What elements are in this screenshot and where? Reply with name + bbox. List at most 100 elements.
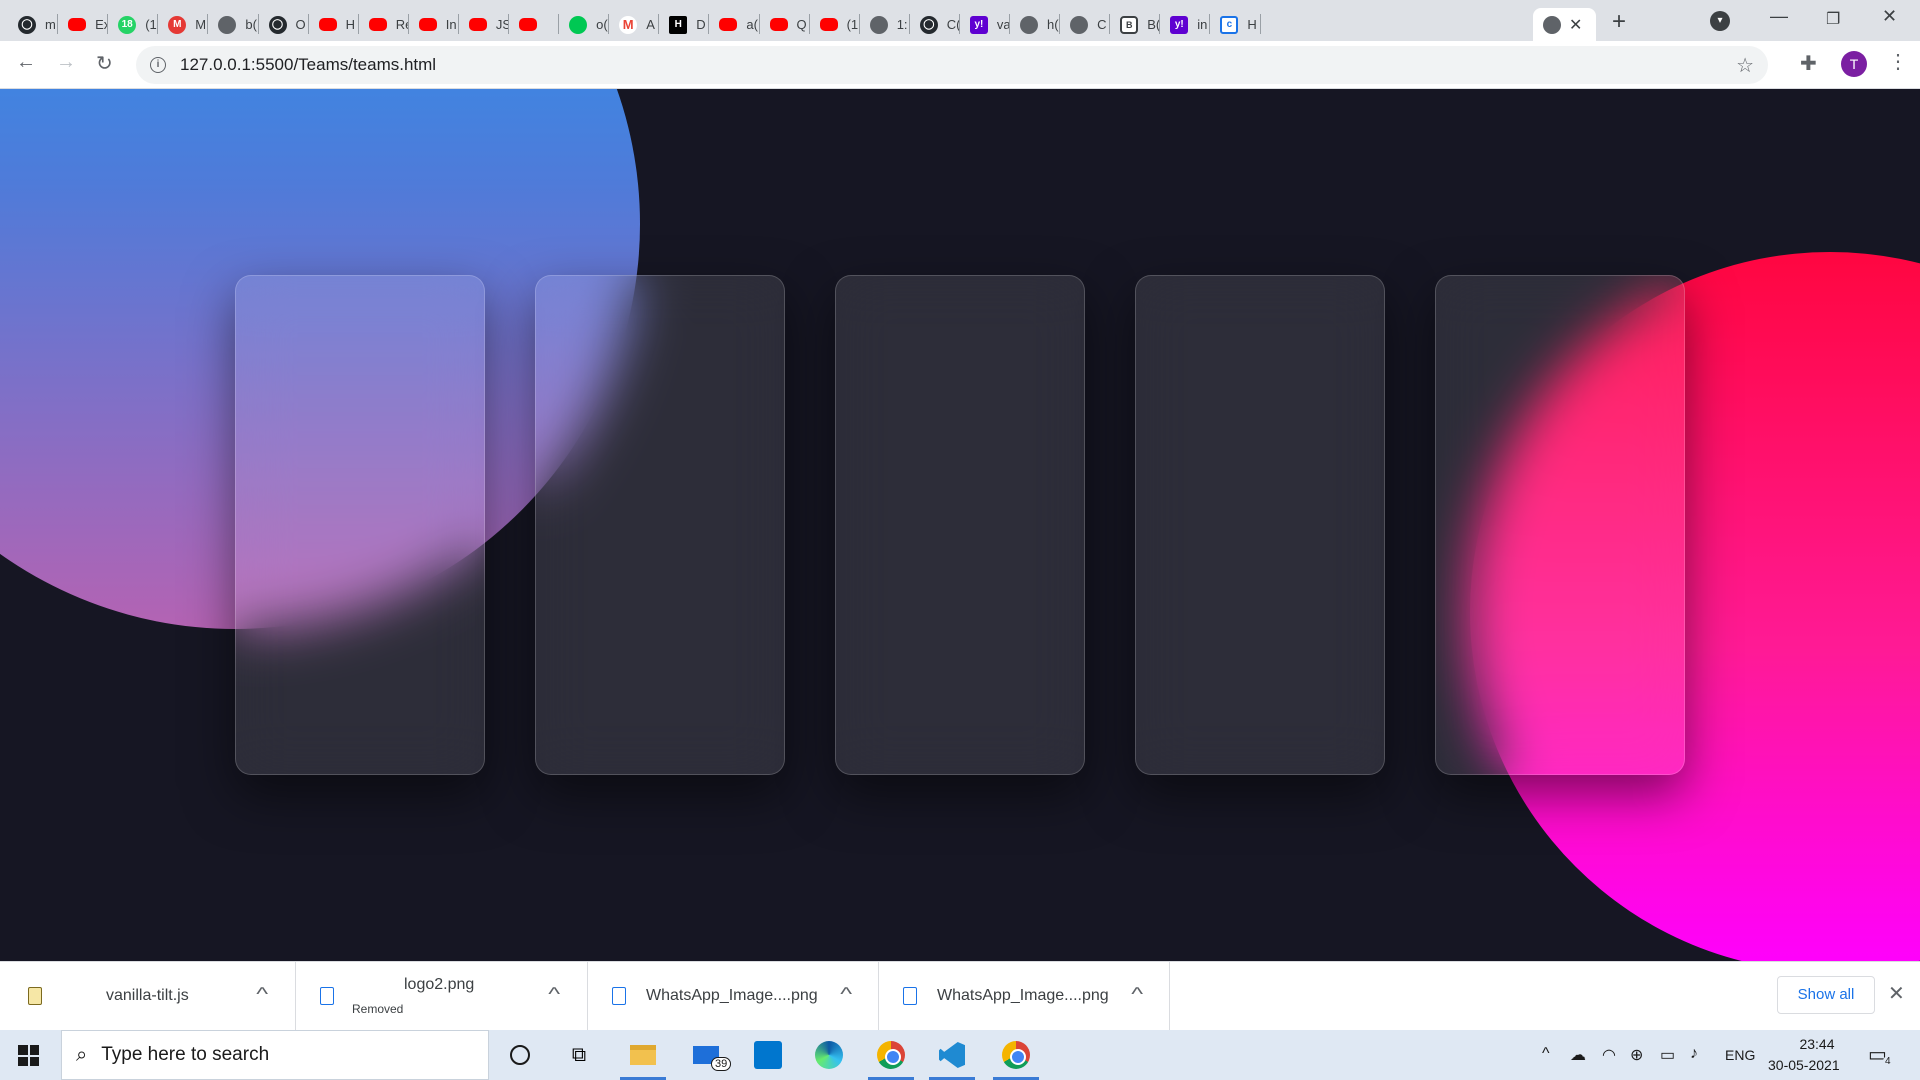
close-tab-icon[interactable]: ✕ (1569, 15, 1582, 35)
tab-title: H (1247, 17, 1257, 32)
glass-card-4[interactable] (1135, 275, 1385, 775)
taskbar-search-box[interactable]: ⌕ Type here to search (61, 1030, 489, 1080)
glass-card-1[interactable] (235, 275, 485, 775)
browser-menu-icon[interactable]: ⋮ (1888, 49, 1908, 74)
task-view-icon[interactable]: ⧉ (563, 1039, 595, 1071)
notification-count: 4 (1883, 1056, 1893, 1067)
url-text[interactable]: 127.0.0.1:5500/Teams/teams.html (180, 55, 436, 75)
vscode-icon[interactable] (936, 1039, 968, 1071)
browser-tab[interactable]: a( (709, 8, 759, 41)
clock-time[interactable]: 23:44 (1790, 1036, 1844, 1052)
chrome-profile-icon[interactable] (1000, 1039, 1032, 1071)
cortana-icon[interactable] (504, 1039, 536, 1071)
bookmark-star-icon[interactable]: ☆ (1736, 53, 1754, 78)
tab-title: h( (1047, 17, 1059, 32)
language-indicator[interactable]: ENG (1725, 1047, 1755, 1063)
globe-icon (869, 15, 888, 34)
close-window-icon[interactable]: ✕ (1882, 6, 1897, 27)
chevron-up-icon[interactable]: ^ (548, 984, 560, 1005)
browser-tab[interactable]: h( (1010, 8, 1060, 41)
download-filename: logo2.png (404, 976, 475, 993)
browser-tab[interactable]: b( (208, 8, 258, 41)
image-file-icon (320, 987, 334, 1005)
glass-card-2[interactable] (535, 275, 785, 775)
volume-icon[interactable]: ♪ (1690, 1045, 1698, 1063)
download-shelf: vanilla-tilt.js ^ logo2.png Removed ^ Wh… (0, 961, 1920, 1031)
restore-icon[interactable]: ❐ (1826, 9, 1840, 29)
extensions-puzzle-icon[interactable]: ✚ (1800, 51, 1817, 76)
browser-tab[interactable]: o( (559, 8, 609, 41)
clock-date[interactable]: 30-05-2021 (1768, 1057, 1840, 1073)
show-hidden-icons-icon[interactable]: ^ (1542, 1045, 1550, 1063)
browser-tab[interactable]: 18 (1 (108, 8, 158, 41)
browser-tab[interactable]: y! va (960, 8, 1010, 41)
profile-avatar[interactable]: T (1841, 51, 1867, 77)
js-file-icon (28, 987, 42, 1005)
codepen-icon: c (1220, 15, 1239, 34)
browser-tab[interactable]: MA (609, 8, 659, 41)
tab-title: C (1097, 17, 1107, 32)
browser-tab[interactable]: cH (1210, 8, 1260, 41)
back-arrow-icon[interactable]: ← (16, 51, 36, 74)
chevron-up-icon[interactable]: ^ (840, 984, 852, 1005)
browser-tab[interactable]: ◯ O (259, 8, 309, 41)
forward-arrow-icon[interactable]: → (56, 51, 76, 74)
download-filename: vanilla-tilt.js (106, 987, 189, 1004)
globe-icon (218, 15, 237, 34)
tab-separator (1259, 14, 1261, 34)
download-item[interactable]: WhatsApp_Image....png ^ (588, 962, 879, 1031)
reload-icon[interactable]: ↻ (96, 51, 113, 76)
minimize-icon[interactable]: — (1770, 6, 1788, 27)
chevron-up-icon[interactable]: ^ (256, 984, 268, 1005)
edge-icon[interactable] (813, 1039, 845, 1071)
close-shelf-icon[interactable]: ✕ (1888, 981, 1905, 1006)
battery-icon[interactable]: ▭ (1660, 1045, 1675, 1065)
windows-start-icon[interactable] (18, 1045, 39, 1066)
browser-tab[interactable]: C (1060, 8, 1110, 41)
tab-title: (1 (145, 17, 157, 32)
browser-tab[interactable]: Ex (58, 8, 108, 41)
tab-title: (1 (846, 17, 859, 32)
new-tab-button[interactable]: + (1612, 8, 1626, 36)
tab-active[interactable]: ✕ (1533, 8, 1596, 41)
windows-taskbar: ⌕ Type here to search ⧉ 39 ^ ☁ ◠ ⊕ ▭ ♪ E… (0, 1030, 1920, 1080)
browser-tab[interactable] (509, 8, 559, 41)
tab-title: m (45, 17, 56, 32)
mail-icon: M (168, 15, 187, 34)
browser-tab[interactable]: JS (459, 8, 509, 41)
browser-tab[interactable]: MM (158, 8, 208, 41)
download-item[interactable]: vanilla-tilt.js ^ (0, 962, 296, 1031)
globe-icon (1020, 15, 1038, 34)
download-item[interactable]: WhatsApp_Image....png ^ (879, 962, 1170, 1031)
browser-tab[interactable]: ◯ m (8, 8, 58, 41)
address-bar[interactable]: i 127.0.0.1:5500/Teams/teams.html ☆ (136, 46, 1768, 84)
onedrive-icon[interactable]: ☁ (1570, 1045, 1586, 1065)
hackerrank-icon: H (669, 15, 688, 34)
download-item[interactable]: logo2.png Removed ^ (296, 962, 588, 1031)
search-icon: ⌕ (76, 1043, 88, 1066)
browser-tab[interactable]: 1: (860, 8, 910, 41)
browser-tab[interactable]: (1 (810, 8, 860, 41)
browser-tab[interactable]: ◯ C( (910, 8, 960, 41)
youtube-icon (318, 18, 337, 31)
browser-tab[interactable]: In (409, 8, 459, 41)
glass-card-3[interactable] (835, 275, 1085, 775)
chrome-icon[interactable] (875, 1039, 907, 1071)
browser-tab[interactable]: HD (659, 8, 709, 41)
youtube-icon (719, 18, 738, 31)
tab-search-icon[interactable]: ▾ (1710, 11, 1730, 31)
browser-tab[interactable]: B B( (1110, 8, 1160, 41)
site-info-icon[interactable]: i (150, 57, 166, 73)
dell-icon[interactable] (752, 1039, 784, 1071)
browser-tab[interactable]: y! in (1160, 8, 1210, 41)
file-explorer-icon[interactable] (627, 1039, 659, 1071)
browser-tab[interactable]: Re (359, 8, 409, 41)
gmail-icon: M (619, 15, 638, 34)
browser-tab[interactable]: H (309, 8, 359, 41)
browser-tab[interactable]: Q (760, 8, 810, 41)
wifi-icon[interactable]: ◠ (1602, 1045, 1616, 1065)
network-icon[interactable]: ⊕ (1630, 1045, 1643, 1065)
show-all-downloads-button[interactable]: Show all (1777, 976, 1875, 1014)
glass-card-5[interactable] (1435, 275, 1685, 775)
chevron-up-icon[interactable]: ^ (1131, 984, 1143, 1005)
